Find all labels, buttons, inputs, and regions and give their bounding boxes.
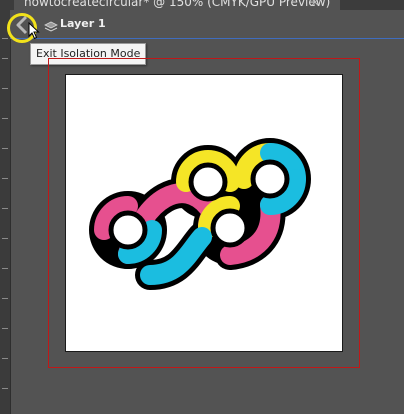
ruler-tick (2, 358, 8, 359)
ruler-tick (2, 178, 8, 179)
ruler-tick (2, 58, 8, 59)
ruler-tick (2, 88, 8, 89)
layer-breadcrumb[interactable]: Layer 1 (60, 17, 106, 31)
ruler-tick (2, 208, 8, 209)
document-tab-bar: howtocreatecircular* @ 150% (CMYK/GPU Pr… (0, 0, 404, 10)
ruler-tick (2, 328, 8, 329)
logo-graphic: .o { fill:none; stroke:#000; stroke-widt… (89, 138, 312, 290)
circular-logo-artwork[interactable]: .o { fill:none; stroke:#000; stroke-widt… (84, 137, 320, 297)
ruler-tick (2, 118, 8, 119)
mouse-pointer-icon (28, 21, 40, 44)
tab-close-icon[interactable]: × (310, 0, 320, 10)
ruler-tick (2, 148, 8, 149)
document-tab[interactable]: howtocreatecircular* @ 150% (CMYK/GPU Pr… (14, 0, 341, 10)
ruler-tick (2, 38, 8, 39)
ruler-tick (2, 238, 8, 239)
ruler-tick (2, 298, 8, 299)
ruler-tick (2, 268, 8, 269)
ruler-tick (2, 388, 8, 389)
vertical-ruler[interactable] (0, 10, 11, 414)
layer-icon (44, 18, 58, 37)
